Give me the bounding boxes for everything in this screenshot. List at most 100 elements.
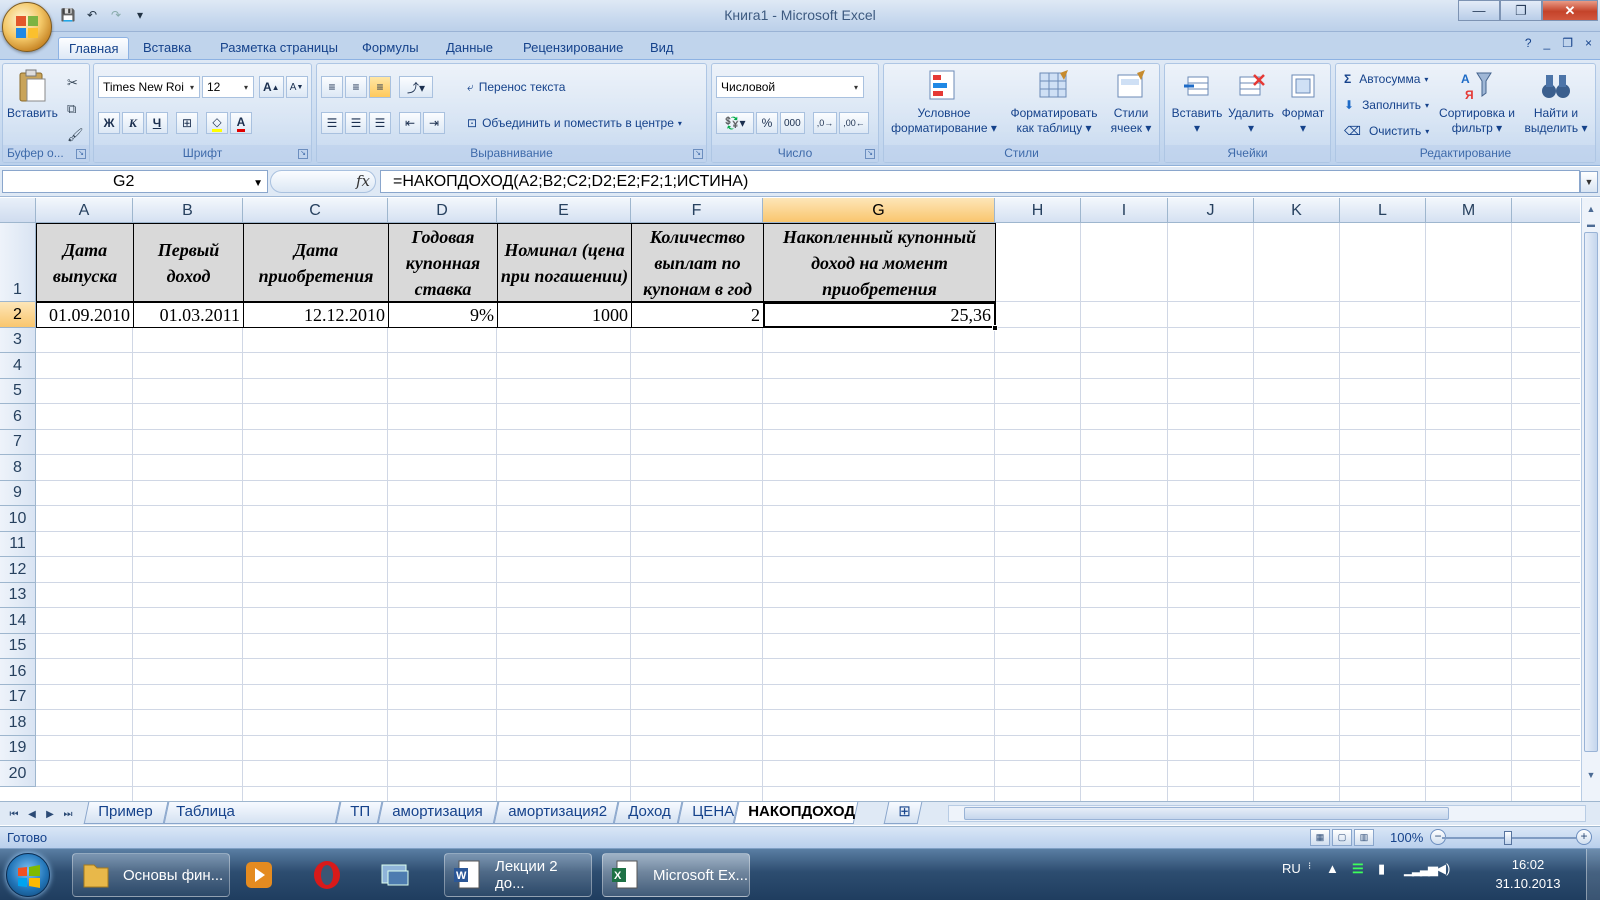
cut-icon[interactable]: ✂: [67, 70, 84, 96]
zoom-slider-thumb[interactable]: [1504, 831, 1512, 845]
taskbar-opera[interactable]: [304, 853, 364, 897]
chevron-down-icon[interactable]: ▼: [253, 173, 263, 194]
row-header-18[interactable]: 18: [0, 710, 36, 736]
increase-decimal-icon[interactable]: ,0→: [812, 112, 838, 134]
header-cell-c1[interactable]: Дата приобретения: [243, 223, 389, 302]
last-sheet-icon[interactable]: ⏭: [60, 806, 76, 822]
row-header-13[interactable]: 13: [0, 583, 36, 608]
comma-style-button[interactable]: 000: [780, 112, 805, 134]
data-cell-c2[interactable]: 12.12.2010: [243, 302, 389, 328]
taskbar-item-explorer[interactable]: Основы фин...: [72, 853, 230, 897]
tab-formulas[interactable]: Формулы: [352, 37, 429, 60]
align-right-icon[interactable]: ☰: [369, 112, 391, 134]
clock[interactable]: 16:02 31.10.2013: [1488, 855, 1568, 893]
help-icon[interactable]: ?: [1525, 36, 1532, 50]
alignment-launcher-icon[interactable]: ↘: [693, 149, 703, 159]
network-icon[interactable]: ▁▂▃▅: [1404, 861, 1438, 877]
volume-icon[interactable]: ◀): [1436, 861, 1450, 877]
show-desktop-button[interactable]: [1586, 849, 1600, 900]
column-header-j[interactable]: J: [1168, 198, 1254, 223]
row-header-20[interactable]: 20: [0, 761, 36, 787]
conditional-formatting-button[interactable]: Условное форматирование ▾: [888, 68, 1000, 136]
align-bottom-icon[interactable]: ≡: [369, 76, 391, 98]
language-indicator[interactable]: RU: [1282, 861, 1301, 876]
page-break-view-icon[interactable]: ▥: [1354, 829, 1374, 846]
row-header-19[interactable]: 19: [0, 736, 36, 761]
data-cell-f2[interactable]: 2: [631, 302, 764, 328]
delete-cells-button[interactable]: Удалить ▾: [1223, 68, 1279, 136]
insert-sheet-tab[interactable]: ⊞: [883, 802, 923, 824]
insert-cells-button[interactable]: Вставить ▾: [1167, 68, 1227, 136]
column-header-h[interactable]: H: [995, 198, 1081, 223]
name-box[interactable]: G2 ▼: [2, 170, 268, 193]
tray-app-icon[interactable]: ☰: [1352, 861, 1364, 877]
sheet-tab[interactable]: амортизация2: [493, 802, 619, 824]
first-sheet-icon[interactable]: ⏮: [6, 806, 22, 822]
row-header-17[interactable]: 17: [0, 685, 36, 710]
row-header-3[interactable]: 3: [0, 328, 36, 353]
tab-home[interactable]: Главная: [58, 37, 130, 60]
minimize-button[interactable]: —: [1458, 0, 1500, 21]
tab-page-layout[interactable]: Разметка страницы: [210, 37, 348, 60]
row-header-2[interactable]: 2: [0, 302, 36, 328]
row-header-7[interactable]: 7: [0, 430, 36, 455]
header-cell-a1[interactable]: Дата выпуска: [36, 223, 134, 302]
row-header-14[interactable]: 14: [0, 608, 36, 634]
formula-input[interactable]: =НАКОПДОХОД(A2;B2;C2;D2;E2;F2;1;ИСТИНА): [380, 170, 1580, 193]
tab-data[interactable]: Данные: [436, 37, 503, 60]
insert-function-icon[interactable]: fx: [356, 172, 370, 190]
row-header-5[interactable]: 5: [0, 379, 36, 404]
sheet-tab[interactable]: амортизация: [377, 802, 499, 824]
select-all-corner[interactable]: [0, 198, 36, 223]
page-layout-view-icon[interactable]: ▢: [1332, 829, 1352, 846]
decrease-indent-icon[interactable]: ⇤: [399, 112, 421, 134]
currency-format-button[interactable]: 💱▾: [716, 112, 754, 134]
decrease-decimal-icon[interactable]: ,00←: [839, 112, 869, 134]
autosum-button[interactable]: Σ Автосумма ▾: [1344, 68, 1428, 90]
sheet-tab[interactable]: Таблица подстановки: [163, 802, 341, 840]
header-cell-g1[interactable]: Накопленный купонный доход на момент при…: [763, 223, 996, 302]
data-cell-d2[interactable]: 9%: [388, 302, 498, 328]
next-sheet-icon[interactable]: ▶: [42, 806, 58, 822]
align-middle-icon[interactable]: ≡: [345, 76, 367, 98]
font-launcher-icon[interactable]: ↘: [298, 149, 308, 159]
prev-sheet-icon[interactable]: ◀: [24, 806, 40, 822]
normal-view-icon[interactable]: ▦: [1310, 829, 1330, 846]
doc-restore-icon[interactable]: ❐: [1562, 36, 1573, 50]
close-button[interactable]: ✕: [1542, 0, 1598, 21]
header-cell-e1[interactable]: Номинал (цена при погашении): [497, 223, 632, 302]
borders-button[interactable]: ⊞: [176, 112, 198, 134]
column-header-c[interactable]: C: [243, 198, 388, 223]
row-header-10[interactable]: 10: [0, 506, 36, 532]
vertical-scrollbar[interactable]: ▲ ▬ ▼: [1581, 198, 1600, 801]
start-button[interactable]: [6, 853, 50, 897]
bold-button[interactable]: Ж: [98, 112, 120, 134]
column-header-overflow[interactable]: [1512, 198, 1580, 223]
font-color-button[interactable]: A: [230, 112, 252, 134]
number-format-combo[interactable]: Числовой ▾: [716, 76, 864, 98]
column-header-d[interactable]: D: [388, 198, 497, 223]
increase-indent-icon[interactable]: ⇥: [423, 112, 445, 134]
shrink-font-button[interactable]: A ▼: [285, 76, 308, 98]
header-cell-f1[interactable]: Количество выплат по купонам в год: [631, 223, 764, 302]
column-header-i[interactable]: I: [1081, 198, 1168, 223]
zoom-in-icon[interactable]: +: [1576, 829, 1592, 845]
horizontal-scroll-thumb[interactable]: [964, 807, 1449, 820]
fill-color-button[interactable]: ◇: [206, 112, 228, 134]
font-size-combo[interactable]: 12 ▾: [202, 76, 254, 98]
percent-style-button[interactable]: %: [756, 112, 778, 134]
vertical-scroll-thumb[interactable]: [1584, 232, 1598, 752]
scroll-down-icon[interactable]: ▼: [1583, 766, 1599, 783]
header-cell-d1[interactable]: Годовая купонная ставка: [388, 223, 498, 302]
paste-button[interactable]: Вставить: [7, 68, 58, 121]
expand-formula-bar-icon[interactable]: ▼: [1580, 171, 1598, 193]
taskbar-monitor-app[interactable]: [372, 853, 434, 897]
column-header-a[interactable]: A: [36, 198, 133, 223]
data-cell-b2[interactable]: 01.03.2011: [133, 302, 244, 328]
row-header-9[interactable]: 9: [0, 481, 36, 506]
battery-icon[interactable]: ▮: [1378, 861, 1385, 877]
clipboard-launcher-icon[interactable]: ↘: [76, 149, 86, 159]
row-header-11[interactable]: 11: [0, 532, 36, 557]
row-header-15[interactable]: 15: [0, 634, 36, 659]
tab-insert[interactable]: Вставка: [133, 37, 201, 60]
